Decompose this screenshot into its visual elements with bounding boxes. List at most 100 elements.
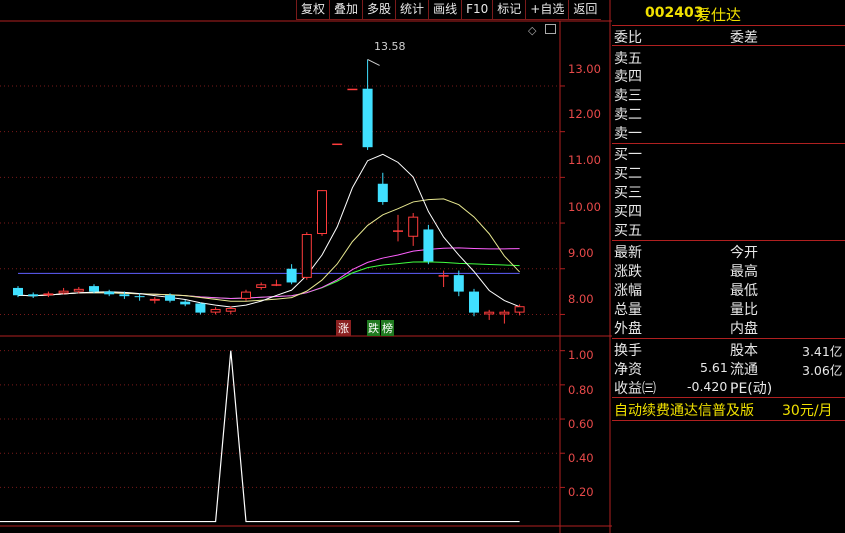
panel-divider (612, 420, 845, 421)
tb-statistics-button[interactable]: 统计 (395, 0, 429, 20)
indicator-line (0, 350, 520, 523)
sell-2-label: 卖二 (614, 107, 642, 123)
window-icon[interactable] (545, 24, 556, 34)
tb-overlay-button[interactable]: 叠加 (329, 0, 363, 20)
chart-toolbar: 复权 叠加 多股 统计 画线 F10 标记 +自选 返回 (296, 0, 602, 21)
inner-disk-label: 内盘 (730, 321, 758, 337)
change-label: 涨跌 (614, 264, 642, 280)
y-tick-label: 10.00 (568, 200, 601, 214)
y-tick-label: 0.80 (568, 383, 594, 397)
candle-body (134, 296, 145, 298)
candle-body (362, 88, 373, 148)
zhang-marker[interactable]: 涨 (336, 320, 351, 336)
candle-body (514, 306, 525, 313)
candle-body (180, 301, 191, 305)
stock-code: 002403 (645, 5, 704, 21)
eps-label: 收益㈢ (614, 381, 656, 397)
candle-body (499, 311, 510, 315)
stock-header: 002403 爱仕达 (612, 0, 845, 26)
buy-4-label: 买四 (614, 204, 642, 220)
share-capital-label: 股本 (730, 343, 758, 359)
buy-1-label: 买一 (614, 147, 642, 163)
chart-area[interactable] (0, 0, 612, 533)
candle-body (104, 291, 115, 295)
candle-body (301, 234, 312, 278)
buy-5-label: 买五 (614, 223, 642, 239)
candle-body (423, 229, 434, 262)
float-value: 3.06亿 (802, 363, 843, 378)
candle-body (195, 303, 206, 313)
y-tick-label: 13.00 (568, 62, 601, 76)
panel-divider (612, 240, 845, 241)
candle-body (453, 275, 464, 292)
candle-body (393, 230, 403, 232)
candle-body (58, 290, 69, 294)
wei-bi-label: 委比 (614, 30, 642, 46)
share-capital-value: 3.41亿 (802, 344, 843, 359)
candle-body (332, 143, 343, 146)
candle-body (43, 293, 54, 296)
candle-body (73, 288, 84, 292)
candle-body (89, 286, 99, 292)
eps-value: -0.420 (687, 379, 728, 394)
die-marker[interactable]: 跌 (367, 320, 380, 336)
candle-body (28, 294, 39, 297)
panel-divider (612, 397, 845, 398)
candle-body (484, 311, 495, 315)
buy-3-label: 买三 (614, 185, 642, 201)
volume-label: 总量 (614, 302, 642, 318)
diamond-icon[interactable]: ◇ (528, 24, 536, 37)
promo-price[interactable]: 30元/月 (782, 400, 833, 420)
net-asset-value: 5.61 (700, 360, 728, 375)
panel-divider (612, 143, 845, 144)
panel-divider (612, 338, 845, 339)
volume-ratio-label: 量比 (730, 302, 758, 318)
turnover-label: 换手 (614, 343, 642, 359)
candle-body (271, 284, 282, 286)
ma10-line (17, 198, 520, 302)
tb-mark-button[interactable]: 标记 (492, 0, 526, 20)
pe-label: PE(动) (730, 381, 773, 397)
high-label: 最高 (730, 264, 758, 280)
candle-body (408, 216, 419, 237)
y-tick-label: 0.40 (568, 451, 594, 465)
net-asset-label: 净资 (614, 362, 642, 378)
sell-5-label: 卖五 (614, 51, 642, 67)
candle-body (377, 183, 388, 203)
y-tick-label: 0.60 (568, 417, 594, 431)
latest-label: 最新 (614, 245, 642, 261)
tb-draw-line-button[interactable]: 画线 (428, 0, 462, 20)
candle-body (256, 284, 267, 288)
tb-back-button[interactable]: 返回 (568, 0, 602, 20)
candle-body (119, 294, 130, 297)
sell-3-label: 卖三 (614, 88, 642, 104)
promo-text[interactable]: 自动续费通达信普及版 (614, 400, 754, 420)
panel-divider (612, 45, 845, 46)
y-tick-label: 1.00 (568, 348, 594, 362)
high-pointer (367, 59, 380, 66)
sell-1-label: 卖一 (614, 126, 642, 142)
y-tick-label: 12.00 (568, 107, 601, 121)
candle-body (165, 295, 175, 301)
tb-restore-rights-button[interactable]: 复权 (296, 0, 330, 20)
tb-add-watchlist-button[interactable]: +自选 (525, 0, 569, 20)
open-label: 今开 (730, 245, 758, 261)
bang-marker[interactable]: 榜 (381, 320, 394, 336)
candle-body (210, 308, 221, 313)
stock-name: 爱仕达 (696, 6, 742, 24)
outer-disk-label: 外盘 (614, 321, 642, 337)
high-price-annotation: 13.58 (374, 40, 406, 53)
y-tick-label: 8.00 (568, 292, 594, 306)
candle-body (347, 88, 358, 91)
sell-4-label: 卖四 (614, 69, 642, 85)
candle-body (438, 275, 449, 277)
tb-multi-stock-button[interactable]: 多股 (362, 0, 396, 20)
candle-body (241, 291, 251, 299)
tb-f10-button[interactable]: F10 (461, 0, 493, 20)
wei-cha-label: 委差 (730, 30, 758, 46)
y-tick-label: 9.00 (568, 246, 594, 260)
candle-body (286, 268, 297, 283)
buy-2-label: 买二 (614, 166, 642, 182)
candle-body (225, 308, 236, 312)
y-tick-label: 0.20 (568, 485, 594, 499)
